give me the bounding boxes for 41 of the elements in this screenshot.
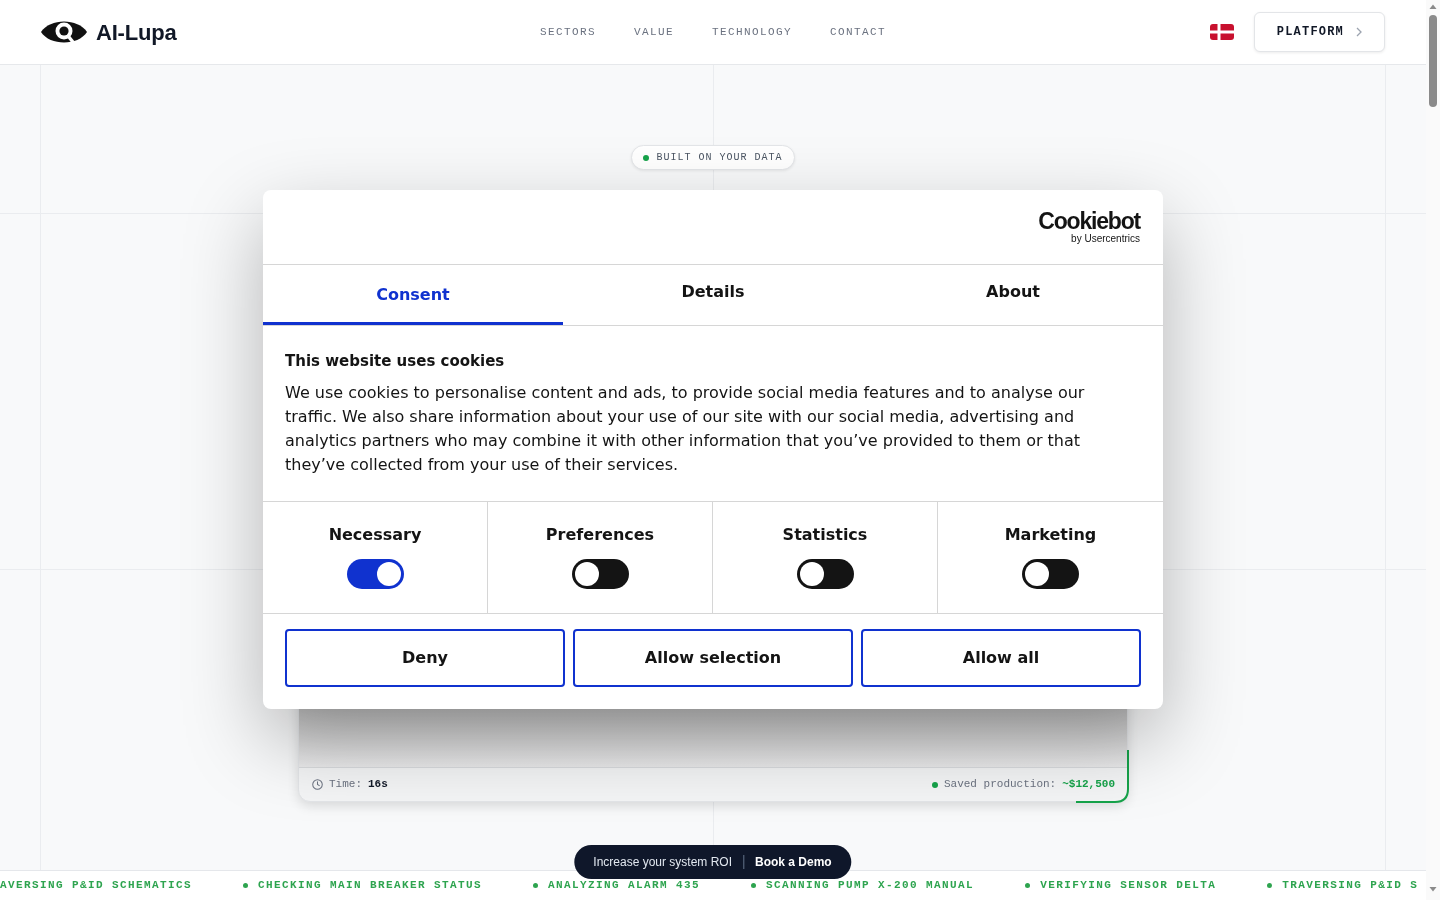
toggle-switch[interactable] — [796, 559, 854, 589]
book-demo-button[interactable]: Book a Demo — [755, 853, 832, 871]
flag-icon[interactable] — [1209, 24, 1234, 40]
dialog-heading: This website uses cookies — [285, 351, 506, 371]
ticker-text: SCANNING PUMP X-200 MANUAL — [766, 878, 975, 894]
dialog-description: We use cookies to personalise content and ads, to provide social media features and to analyse our traffic. We also share information about your use of our site with our social media, advertising and analytics partners who may combine it with other information that you’ve provided to them or that they’ve collected from your use of their services. — [285, 382, 1086, 476]
category-label: Marketing — [1004, 526, 1097, 544]
category-label: Necessary — [328, 526, 422, 544]
saved-production-label: Saved production: — [943, 777, 1057, 793]
brand-name[interactable]: AI-Lupa — [96, 15, 177, 49]
logo-wordmark: Cookiebot — [1038, 210, 1140, 233]
dialog-tab[interactable]: About — [863, 265, 1163, 325]
hero-label-text: BUILT ON YOUR DATA — [656, 151, 783, 165]
category-label: Statistics — [782, 526, 868, 544]
ticker-text: ANALYZING ALARM 435 — [548, 878, 701, 894]
toggle-switch[interactable] — [571, 559, 629, 589]
consent-button[interactable]: Allow all — [861, 629, 1141, 687]
time-label: Time: — [329, 777, 362, 793]
toggle-switch[interactable] — [1022, 559, 1079, 589]
ticker-text: AVERSING P&ID SCHEMATICS — [0, 878, 193, 894]
logo-byline: by Usercentrics — [1071, 234, 1140, 244]
scrollbar[interactable] — [1426, 0, 1440, 900]
saved-production-value: ~$12,500 — [1062, 777, 1115, 793]
consent-button[interactable]: Allow selection — [573, 629, 853, 687]
clock-icon — [312, 779, 323, 790]
nav-link[interactable]: VALUE — [634, 23, 674, 41]
nav-link[interactable]: SECTORS — [539, 23, 596, 41]
nav-link[interactable]: CONTACT — [830, 23, 887, 41]
cta-text: Increase your system ROI — [593, 854, 732, 871]
consent-button[interactable]: Deny — [285, 629, 565, 687]
category-label: Preferences — [545, 526, 655, 544]
ticker-text: VERIFYING SENSOR DELTA — [1040, 878, 1217, 894]
platform-button[interactable]: PLATFORM — [1253, 12, 1385, 52]
dialog-tab[interactable]: Consent — [263, 265, 563, 325]
time-value: 16s — [368, 777, 388, 793]
dialog-tab[interactable]: Details — [563, 265, 863, 325]
toggle-switch[interactable] — [346, 559, 404, 589]
nav-link[interactable]: TECHNOLOGY — [712, 23, 792, 41]
ticker-text: CHECKING MAIN BREAKER STATUS — [258, 878, 483, 894]
ticker-text: TRAVERSING P&ID S — [1282, 878, 1419, 894]
chevron-right-icon — [1356, 27, 1362, 37]
